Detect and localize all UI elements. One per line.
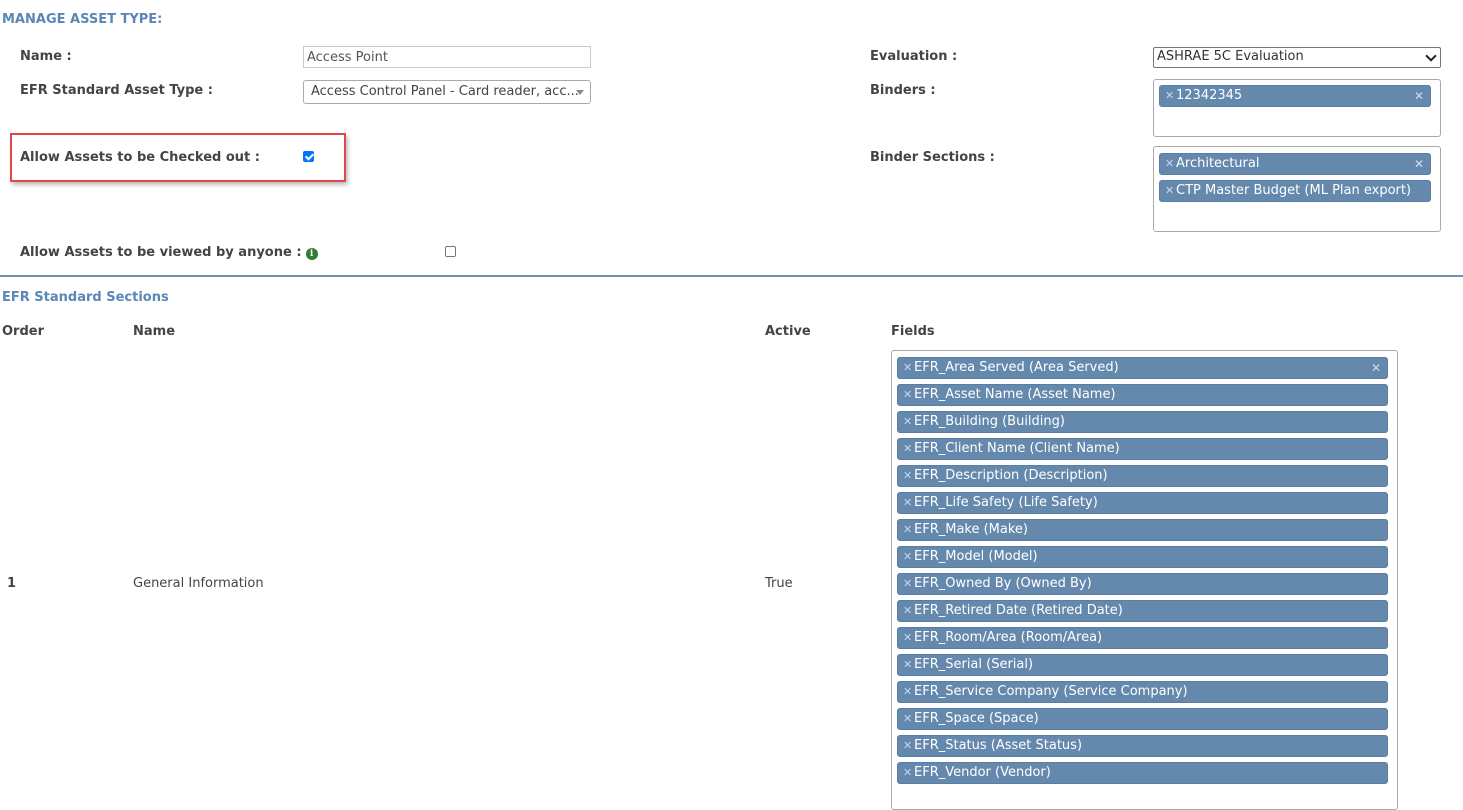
- clear-all-icon[interactable]: ✕: [1414, 86, 1424, 106]
- clear-all-icon[interactable]: ✕: [1414, 154, 1424, 174]
- fields-multiselect[interactable]: ✕ EFR_Area Served (Area Served) ✕ ✕ EFR_Ass…: [891, 350, 1398, 810]
- field-tag[interactable]: ✕ EFR_Client Name (Client Name): [897, 438, 1388, 460]
- viewed-by-anyone-label: Allow Assets to be viewed by anyone :i: [20, 245, 318, 260]
- times-icon[interactable]: ✕: [903, 682, 912, 702]
- binder-section-tag-label: Architectural: [1176, 156, 1260, 171]
- times-icon[interactable]: ✕: [903, 412, 912, 432]
- page-title: MANAGE ASSET TYPE:: [2, 12, 163, 27]
- field-tag-label: EFR_Vendor (Vendor): [914, 765, 1051, 780]
- field-tag-label: EFR_Client Name (Client Name): [914, 441, 1120, 456]
- times-icon[interactable]: ✕: [903, 628, 912, 648]
- binders-multiselect[interactable]: ✕ 12342345 ✕: [1153, 79, 1441, 137]
- checkout-checkbox[interactable]: [303, 151, 314, 162]
- times-icon[interactable]: ✕: [903, 385, 912, 405]
- section-divider: [0, 275, 1463, 277]
- field-tag[interactable]: ✕ EFR_Life Safety (Life Safety): [897, 492, 1388, 514]
- times-icon[interactable]: ✕: [903, 520, 912, 540]
- times-icon[interactable]: ✕: [903, 493, 912, 513]
- binder-section-tag[interactable]: ✕ CTP Master Budget (ML Plan export): [1159, 180, 1431, 202]
- field-tag-label: EFR_Status (Asset Status): [914, 738, 1083, 753]
- column-header-order: Order: [2, 324, 44, 339]
- binder-sections-label: Binder Sections :: [870, 150, 995, 165]
- times-icon[interactable]: ✕: [903, 574, 912, 594]
- column-header-name: Name: [133, 324, 176, 339]
- evaluation-select[interactable]: ASHRAE 5C Evaluation: [1153, 47, 1441, 68]
- efr-asset-type-label: EFR Standard Asset Type :: [20, 83, 213, 98]
- row-order: 1: [7, 576, 17, 591]
- field-tag[interactable]: ✕ EFR_Service Company (Service Company): [897, 681, 1388, 703]
- field-tag[interactable]: ✕ EFR_Room/Area (Room/Area): [897, 627, 1388, 649]
- column-header-fields: Fields: [891, 324, 935, 339]
- binders-label: Binders :: [870, 83, 936, 98]
- times-icon[interactable]: ✕: [903, 736, 912, 756]
- field-tag-label: EFR_Model (Model): [914, 549, 1038, 564]
- binder-tag-label: 12342345: [1176, 88, 1243, 103]
- info-circle-icon[interactable]: i: [305, 248, 318, 260]
- field-tag[interactable]: ✕ EFR_Retired Date (Retired Date): [897, 600, 1388, 622]
- field-tag[interactable]: ✕ EFR_Status (Asset Status): [897, 735, 1388, 757]
- row-name: General Information: [133, 576, 264, 591]
- efr-asset-type-value: Access Control Panel - Card reader, acc.…: [311, 84, 579, 99]
- times-icon[interactable]: ✕: [903, 358, 912, 378]
- field-tag[interactable]: ✕ EFR_Building (Building): [897, 411, 1388, 433]
- field-tag-label: EFR_Area Served (Area Served): [914, 360, 1119, 375]
- field-tag-label: EFR_Owned By (Owned By): [914, 576, 1092, 591]
- field-tag[interactable]: ✕ EFR_Model (Model): [897, 546, 1388, 568]
- efr-sections-title: EFR Standard Sections: [2, 290, 169, 305]
- efr-asset-type-select[interactable]: Access Control Panel - Card reader, acc.…: [303, 80, 591, 104]
- field-tag[interactable]: ✕ EFR_Vendor (Vendor): [897, 762, 1388, 784]
- field-tag[interactable]: ✕ EFR_Owned By (Owned By): [897, 573, 1388, 595]
- binder-tag[interactable]: ✕ 12342345 ✕: [1159, 85, 1431, 107]
- chevron-down-icon: [1425, 50, 1437, 62]
- binder-sections-multiselect[interactable]: ✕ Architectural ✕ ✕ CTP Master Budget (M…: [1153, 146, 1441, 232]
- binder-section-tag-label: CTP Master Budget (ML Plan export): [1176, 183, 1412, 198]
- viewed-by-anyone-text: Allow Assets to be viewed by anyone :: [20, 245, 302, 260]
- field-tag-label: EFR_Serial (Serial): [914, 657, 1034, 672]
- checkout-label: Allow Assets to be Checked out :: [20, 150, 260, 165]
- field-tag[interactable]: ✕ EFR_Description (Description): [897, 465, 1388, 487]
- field-tag-label: EFR_Service Company (Service Company): [914, 684, 1188, 699]
- times-icon[interactable]: ✕: [1165, 181, 1174, 201]
- name-label: Name :: [20, 49, 72, 64]
- field-tag[interactable]: ✕ EFR_Space (Space): [897, 708, 1388, 730]
- times-icon[interactable]: ✕: [903, 655, 912, 675]
- times-icon[interactable]: ✕: [903, 547, 912, 567]
- field-tag-label: EFR_Life Safety (Life Safety): [914, 495, 1098, 510]
- viewed-by-anyone-checkbox[interactable]: [445, 246, 456, 257]
- field-tag[interactable]: ✕ EFR_Asset Name (Asset Name): [897, 384, 1388, 406]
- field-tag[interactable]: ✕ EFR_Serial (Serial): [897, 654, 1388, 676]
- field-tag[interactable]: ✕ EFR_Make (Make): [897, 519, 1388, 541]
- times-icon[interactable]: ✕: [903, 709, 912, 729]
- field-tag-label: EFR_Make (Make): [914, 522, 1028, 537]
- times-icon[interactable]: ✕: [903, 439, 912, 459]
- name-input[interactable]: [303, 46, 591, 68]
- field-tag-label: EFR_Room/Area (Room/Area): [914, 630, 1103, 645]
- field-tag-label: EFR_Retired Date (Retired Date): [914, 603, 1123, 618]
- evaluation-label: Evaluation :: [870, 49, 958, 64]
- field-tag[interactable]: ✕ EFR_Area Served (Area Served) ✕: [897, 357, 1388, 379]
- field-tag-label: EFR_Asset Name (Asset Name): [914, 387, 1116, 402]
- clear-all-icon[interactable]: ✕: [1371, 358, 1381, 378]
- caret-down-icon: [576, 90, 584, 95]
- field-tag-label: EFR_Building (Building): [914, 414, 1065, 429]
- times-icon[interactable]: ✕: [903, 601, 912, 621]
- times-icon[interactable]: ✕: [1165, 86, 1174, 106]
- row-active: True: [765, 576, 793, 591]
- times-icon[interactable]: ✕: [903, 466, 912, 486]
- times-icon[interactable]: ✕: [903, 763, 912, 783]
- column-header-active: Active: [765, 324, 811, 339]
- evaluation-value: ASHRAE 5C Evaluation: [1157, 49, 1304, 64]
- field-tag-label: EFR_Description (Description): [914, 468, 1108, 483]
- field-tag-label: EFR_Space (Space): [914, 711, 1039, 726]
- times-icon[interactable]: ✕: [1165, 154, 1174, 174]
- binder-section-tag[interactable]: ✕ Architectural ✕: [1159, 153, 1431, 175]
